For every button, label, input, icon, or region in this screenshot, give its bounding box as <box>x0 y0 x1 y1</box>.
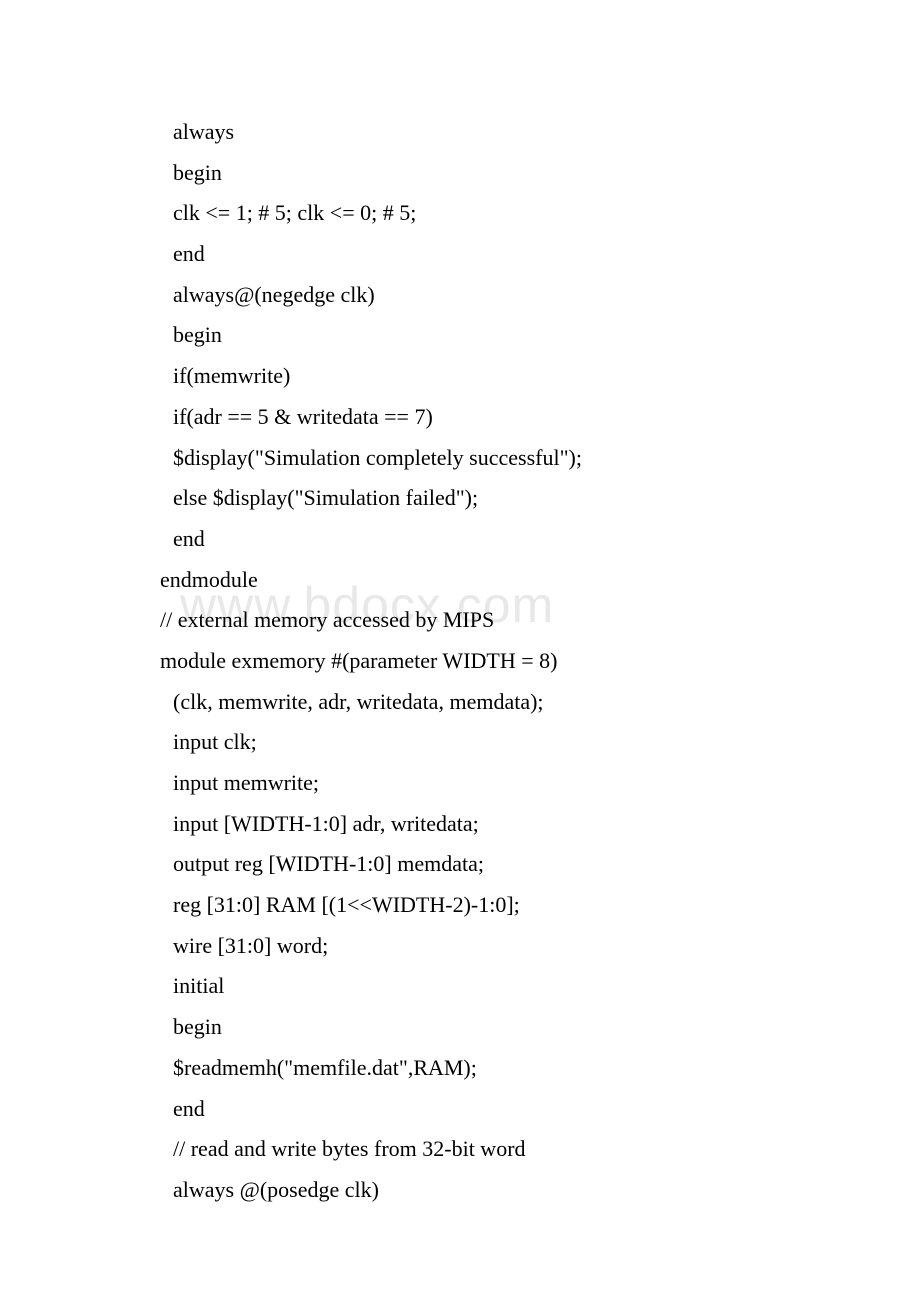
code-line: module exmemory #(parameter WIDTH = 8) <box>160 641 920 682</box>
code-line: // external memory accessed by MIPS <box>160 600 920 641</box>
code-line: (clk, memwrite, adr, writedata, memdata)… <box>160 682 920 723</box>
code-line: begin <box>160 1007 920 1048</box>
code-line: begin <box>160 153 920 194</box>
code-line: input [WIDTH-1:0] adr, writedata; <box>160 804 920 845</box>
code-line: always@(negedge clk) <box>160 275 920 316</box>
code-line: input clk; <box>160 722 920 763</box>
code-line: reg [31:0] RAM [(1<<WIDTH-2)-1:0]; <box>160 885 920 926</box>
code-line: if(memwrite) <box>160 356 920 397</box>
code-line: else $display("Simulation failed"); <box>160 478 920 519</box>
code-line: end <box>160 519 920 560</box>
code-line: endmodule <box>160 560 920 601</box>
code-line: if(adr == 5 & writedata == 7) <box>160 397 920 438</box>
code-line: always @(posedge clk) <box>160 1170 920 1211</box>
code-content: always begin clk <= 1; # 5; clk <= 0; # … <box>160 112 920 1211</box>
code-line: input memwrite; <box>160 763 920 804</box>
code-line: end <box>160 1089 920 1130</box>
code-line: $display("Simulation completely successf… <box>160 438 920 479</box>
code-line: initial <box>160 966 920 1007</box>
code-line: begin <box>160 315 920 356</box>
code-line: wire [31:0] word; <box>160 926 920 967</box>
code-line: $readmemh("memfile.dat",RAM); <box>160 1048 920 1089</box>
code-line: end <box>160 234 920 275</box>
code-line: // read and write bytes from 32-bit word <box>160 1129 920 1170</box>
code-line: clk <= 1; # 5; clk <= 0; # 5; <box>160 193 920 234</box>
code-line: output reg [WIDTH-1:0] memdata; <box>160 844 920 885</box>
code-line: always <box>160 112 920 153</box>
